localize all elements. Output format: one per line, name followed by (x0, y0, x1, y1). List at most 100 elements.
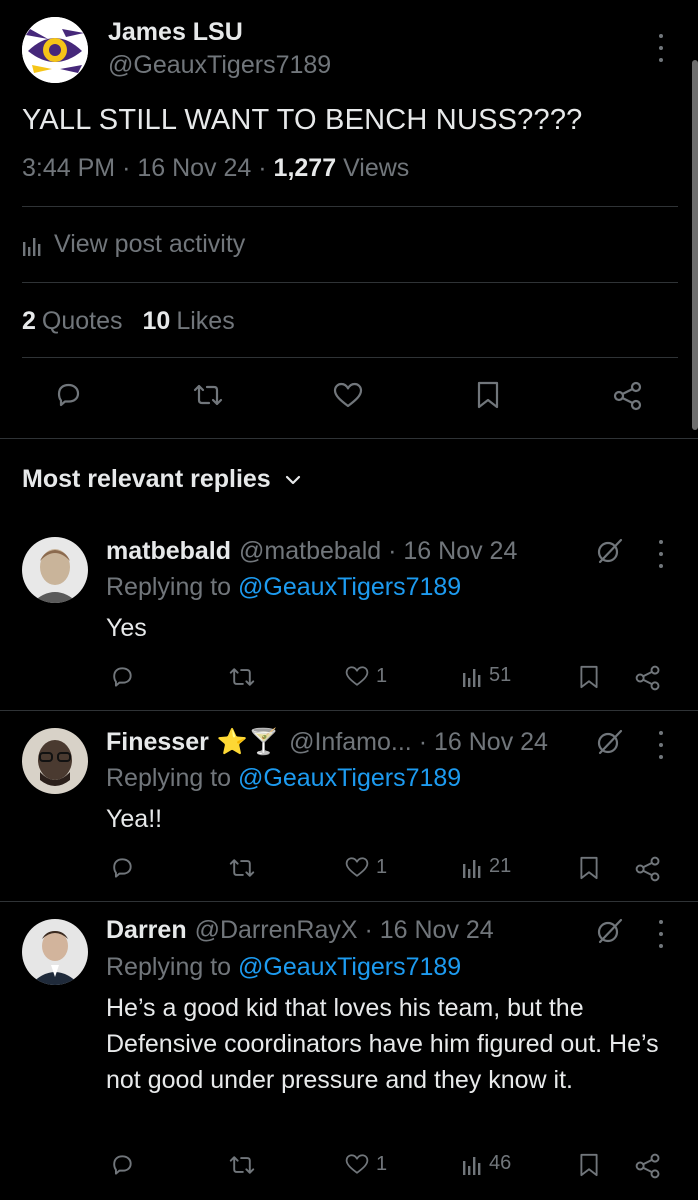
reply-text: Yes (106, 614, 147, 642)
more-icon[interactable] (655, 920, 667, 948)
share-icon (635, 665, 660, 691)
bookmark-button[interactable] (578, 664, 600, 690)
reply-author-handle[interactable]: @matbebald (239, 537, 381, 566)
like-icon (345, 1154, 369, 1174)
divider (22, 357, 678, 358)
views-count: 46 (489, 1152, 512, 1174)
bookmark-button[interactable] (578, 1152, 600, 1178)
share-icon (635, 1153, 660, 1179)
replying-to: Replying to @GeauxTigers7189 (106, 764, 461, 793)
reply-date[interactable]: 16 Nov 24 (403, 537, 517, 566)
replying-to-label: Replying to (106, 573, 232, 601)
like-button[interactable]: 1 (344, 855, 387, 879)
share-button[interactable] (634, 1152, 662, 1180)
replying-to-handle[interactable]: @GeauxTigers7189 (238, 573, 461, 601)
author-avatar[interactable] (22, 17, 88, 83)
grok-icon (597, 918, 623, 944)
retweet-button[interactable] (228, 855, 256, 881)
reply-author-name[interactable]: Finesser (106, 728, 209, 757)
reply-author-handle[interactable]: @DarrenRayX (195, 916, 358, 945)
retweet-icon (193, 384, 223, 406)
like-icon (333, 382, 363, 408)
bookmark-icon (477, 381, 499, 409)
replying-to-handle[interactable]: @GeauxTigers7189 (238, 953, 461, 981)
grok-icon (597, 729, 623, 755)
post-date[interactable]: 16 Nov 24 (137, 154, 251, 182)
views-button[interactable]: 51 (461, 664, 511, 687)
grok-icon (597, 538, 623, 564)
author-handle[interactable]: @GeauxTigers7189 (108, 51, 331, 80)
more-icon[interactable] (655, 731, 667, 759)
views-icon (463, 1156, 481, 1175)
reply-author-handle[interactable]: @Infamo... (289, 728, 412, 757)
engagement-counts: 2 Quotes 10 Likes (22, 307, 235, 336)
reply-author-name[interactable]: Darren (106, 916, 187, 945)
retweet-icon (229, 1156, 255, 1174)
share-button[interactable] (634, 664, 662, 692)
reply-avatar[interactable] (22, 728, 88, 794)
reply-header: matbebald @matbebald · 16 Nov 24 (106, 537, 518, 566)
like-button[interactable] (332, 380, 364, 410)
reply-date[interactable]: 16 Nov 24 (380, 916, 494, 945)
reply-icon (113, 858, 132, 878)
likes-count: 10 (142, 307, 171, 335)
like-button[interactable]: 1 (344, 1152, 387, 1176)
reply-button[interactable] (53, 380, 83, 410)
view-post-activity-link[interactable]: View post activity (22, 230, 245, 259)
replying-to-handle[interactable]: @GeauxTigers7189 (238, 764, 461, 792)
share-button[interactable] (634, 855, 662, 883)
more-icon[interactable] (655, 34, 667, 62)
reply-action-bar: 1 51 (0, 664, 698, 694)
reply-item[interactable]: matbebald @matbebald · 16 Nov 24 Replyin… (0, 520, 698, 710)
reply-item[interactable]: Finesser ⭐🍸 @Infamo... · 16 Nov 24 Reply… (0, 711, 698, 901)
reply-header: Finesser ⭐🍸 @Infamo... · 16 Nov 24 (106, 728, 548, 757)
views-icon (23, 237, 41, 256)
retweet-button[interactable] (228, 1152, 256, 1178)
reply-button[interactable] (109, 1152, 135, 1178)
grok-button[interactable] (594, 727, 624, 757)
replying-to-label: Replying to (106, 764, 232, 792)
author-name[interactable]: James LSU (108, 18, 243, 47)
retweet-button[interactable] (228, 664, 256, 690)
replying-to: Replying to @GeauxTigers7189 (106, 573, 461, 602)
quotes-label: Quotes (41, 307, 123, 335)
reply-date[interactable]: 16 Nov 24 (434, 728, 548, 757)
retweet-icon (229, 668, 255, 686)
quotes-link[interactable]: 2 Quotes (22, 307, 123, 335)
reply-button[interactable] (109, 664, 135, 690)
grok-button[interactable] (594, 916, 624, 946)
reply-author-name[interactable]: matbebald (106, 537, 231, 566)
divider (22, 206, 678, 207)
likes-link[interactable]: 10 Likes (143, 307, 235, 335)
like-button[interactable]: 1 (344, 664, 387, 688)
views-count: 21 (489, 855, 512, 877)
avatar-photo (22, 919, 88, 985)
more-icon[interactable] (655, 540, 667, 568)
views-button[interactable]: 46 (461, 1152, 511, 1175)
post-meta: 3:44 PM · 16 Nov 24 · 1,277 Views (22, 154, 410, 182)
bookmark-icon (580, 856, 598, 880)
reply-avatar[interactable] (22, 537, 88, 603)
reply-item[interactable]: Darren @DarrenRayX · 16 Nov 24 Replying … (0, 902, 698, 1200)
views-label: Views (343, 154, 410, 182)
scrollbar-thumb[interactable] (692, 60, 698, 430)
divider (22, 282, 678, 283)
views-button[interactable]: 21 (461, 855, 511, 878)
grok-button[interactable] (594, 536, 624, 566)
bookmark-button[interactable] (578, 855, 600, 881)
replying-to: Replying to @GeauxTigers7189 (106, 953, 461, 982)
post-time[interactable]: 3:44 PM (22, 154, 115, 182)
chevron-down-icon (285, 475, 300, 484)
like-count: 1 (376, 1152, 388, 1175)
name-emoji: ⭐🍸 (216, 728, 280, 756)
reply-avatar[interactable] (22, 919, 88, 985)
reply-button[interactable] (109, 855, 135, 881)
reply-sort-selector[interactable]: Most relevant replies (22, 465, 301, 494)
share-button[interactable] (612, 380, 644, 412)
reply-action-bar: 1 21 (0, 855, 698, 885)
reply-header: Darren @DarrenRayX · 16 Nov 24 (106, 916, 494, 945)
bookmark-button[interactable] (475, 380, 501, 410)
views-icon (463, 859, 481, 878)
retweet-button[interactable] (192, 380, 224, 410)
reply-text: He’s a good kid that loves his team, but… (106, 994, 659, 1094)
